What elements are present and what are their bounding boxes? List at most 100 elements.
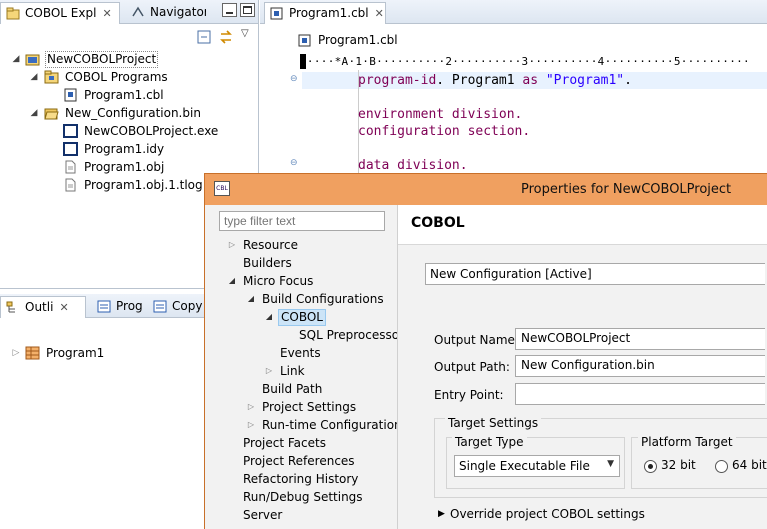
configuration-value: New Configuration [Active] [430, 267, 592, 281]
cobol-explorer-icon [6, 7, 20, 20]
output-path-label: Output Path: [434, 360, 510, 374]
page-title: COBOL [411, 215, 465, 231]
expand-arrow-icon[interactable]: ◢ [29, 68, 39, 86]
platform-target-label: Platform Target [638, 435, 736, 449]
close-icon[interactable]: ✕ [375, 7, 384, 20]
radio-64-bit[interactable] [715, 460, 728, 473]
outline-tabbar: Outli ✕ Prog Copy [0, 294, 204, 318]
chevron-down-icon: ▼ [607, 459, 614, 469]
code-line-1[interactable]: program-id. Program1 as "Program1". [358, 73, 632, 89]
breadcrumb-label: Program1.cbl [318, 33, 398, 47]
nav-label: Project Facets [243, 436, 326, 450]
nav-label: COBOL [278, 309, 326, 326]
column-ruler: ·····*A·1·B··········2··········3·······… [300, 55, 750, 68]
link-with-editor-icon[interactable] [218, 29, 234, 45]
entry-point-input[interactable] [515, 383, 765, 405]
close-icon[interactable]: ✕ [102, 7, 111, 20]
tab-label: Navigator [150, 5, 206, 19]
expand-arrow-icon[interactable]: ◢ [11, 50, 21, 68]
radio-32-bit[interactable] [644, 460, 657, 473]
page-header: COBOL [398, 205, 767, 245]
expand-arrow-icon[interactable]: ◢ [264, 308, 274, 326]
tree-item-label: Program1 [46, 346, 105, 360]
nav-label: SQL Preprocesso [299, 328, 400, 342]
expand-arrow-icon[interactable]: ▷ [264, 362, 274, 380]
nav-label: Run-time Configuration [262, 418, 402, 432]
code-line-4[interactable]: data division. [358, 158, 468, 174]
nav-label: Events [280, 346, 321, 360]
output-path-input[interactable]: New Configuration.bin [515, 355, 765, 377]
tree-item-label: NewCOBOLProject.exe [84, 124, 219, 138]
expand-arrow-icon[interactable]: ▶ [438, 509, 445, 519]
tree-item-label: Program1.obj [84, 160, 165, 174]
copybook-view-icon [153, 300, 167, 313]
code-line-2[interactable]: environment division. [358, 107, 522, 123]
minimize-icon[interactable] [222, 3, 237, 17]
cobol-app-icon: CBL [214, 181, 230, 196]
expand-arrow-icon[interactable]: ▷ [11, 344, 21, 362]
tab-outline[interactable]: Outli ✕ [0, 296, 86, 318]
explorer-tabbar: COBOL Expl ✕ Navigator [0, 0, 258, 24]
executable-file-icon [63, 124, 78, 138]
nav-label: Refactoring History [243, 472, 359, 486]
nav-label: Run/Debug Settings [243, 490, 363, 504]
expand-arrow-icon[interactable]: ◢ [246, 290, 256, 308]
tree-item-label: Program1.idy [84, 142, 165, 156]
dialog-title: Properties for NewCOBOLProject [521, 182, 732, 197]
override-settings-label[interactable]: Override project COBOL settings [450, 507, 645, 521]
tab-program1-cbl[interactable]: Program1.cbl ✕ [264, 2, 386, 24]
program-icon [25, 346, 40, 360]
text-cursor [300, 54, 306, 69]
nav-label: Link [280, 364, 305, 378]
target-type-value: Single Executable File [459, 459, 590, 473]
tree-item-label: New_Configuration.bin [65, 106, 201, 120]
output-name-input[interactable]: NewCOBOLProject [515, 328, 765, 350]
fold-icon[interactable]: ⊖ [290, 74, 298, 84]
tree-item-label: Program1.cbl [84, 88, 164, 102]
nav-label: Build Configurations [262, 292, 384, 306]
tab-label: Outli [25, 300, 54, 314]
open-folder-icon [44, 108, 59, 120]
properties-dialog: CBL Properties for NewCOBOLProject ▷ Reso… [204, 173, 767, 529]
tab-cobol-explorer[interactable]: COBOL Expl ✕ [0, 2, 120, 24]
dialog-title-bar[interactable]: CBL Properties for NewCOBOLProject [205, 174, 767, 205]
nav-label: Project Settings [262, 400, 357, 414]
close-icon[interactable]: ✕ [59, 301, 68, 314]
configuration-select[interactable]: New Configuration [Active] [425, 263, 765, 285]
file-icon [65, 178, 76, 192]
tab-copybook[interactable]: Copy [148, 296, 205, 318]
nav-label: Build Path [262, 382, 323, 396]
tree-item-label: NewCOBOLProject [45, 51, 159, 68]
file-icon [65, 160, 76, 174]
tree-item-label: COBOL Programs [65, 70, 168, 84]
code-line-3[interactable]: configuration section. [358, 124, 530, 140]
expand-arrow-icon[interactable]: ▷ [246, 416, 256, 434]
expand-arrow-icon[interactable]: ◢ [29, 104, 39, 122]
nav-label: Server [243, 508, 283, 522]
cobol-file-icon [64, 88, 77, 102]
navigator-icon [132, 6, 144, 17]
filter-input[interactable] [219, 211, 385, 231]
nav-label: Project References [243, 454, 355, 468]
nav-label: Resource [243, 238, 299, 252]
fold-icon[interactable]: ⊖ [290, 158, 298, 168]
tab-label: Program1.cbl [289, 6, 369, 20]
cobol-file-icon [270, 7, 283, 20]
maximize-icon[interactable] [240, 3, 255, 17]
outline-icon [6, 301, 15, 313]
tree-item-label: Program1.obj.1.tlog [84, 178, 203, 192]
view-menu-icon[interactable]: ▽ [241, 28, 249, 39]
tab-program[interactable]: Prog [92, 296, 146, 318]
expand-arrow-icon[interactable]: ▷ [227, 236, 237, 254]
radio-64-bit-label: 64 bit [732, 458, 767, 472]
editor-tabbar: Program1.cbl ✕ [260, 0, 767, 24]
tab-navigator[interactable]: Navigator [126, 2, 206, 24]
target-type-select[interactable]: Single Executable File ▼ [454, 455, 620, 477]
collapse-all-icon[interactable] [197, 30, 211, 44]
program-view-icon [97, 300, 111, 313]
expand-arrow-icon[interactable]: ▷ [246, 398, 256, 416]
expand-arrow-icon[interactable]: ◢ [227, 272, 237, 290]
nav-label: Builders [243, 256, 292, 270]
nav-label: Micro Focus [243, 274, 314, 288]
idy-file-icon [63, 142, 78, 156]
